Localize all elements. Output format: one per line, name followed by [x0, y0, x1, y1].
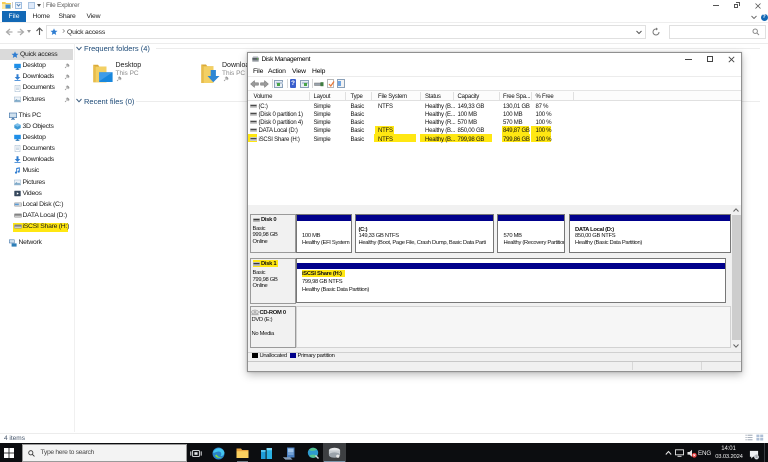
- svg-text:5: 5: [756, 455, 758, 459]
